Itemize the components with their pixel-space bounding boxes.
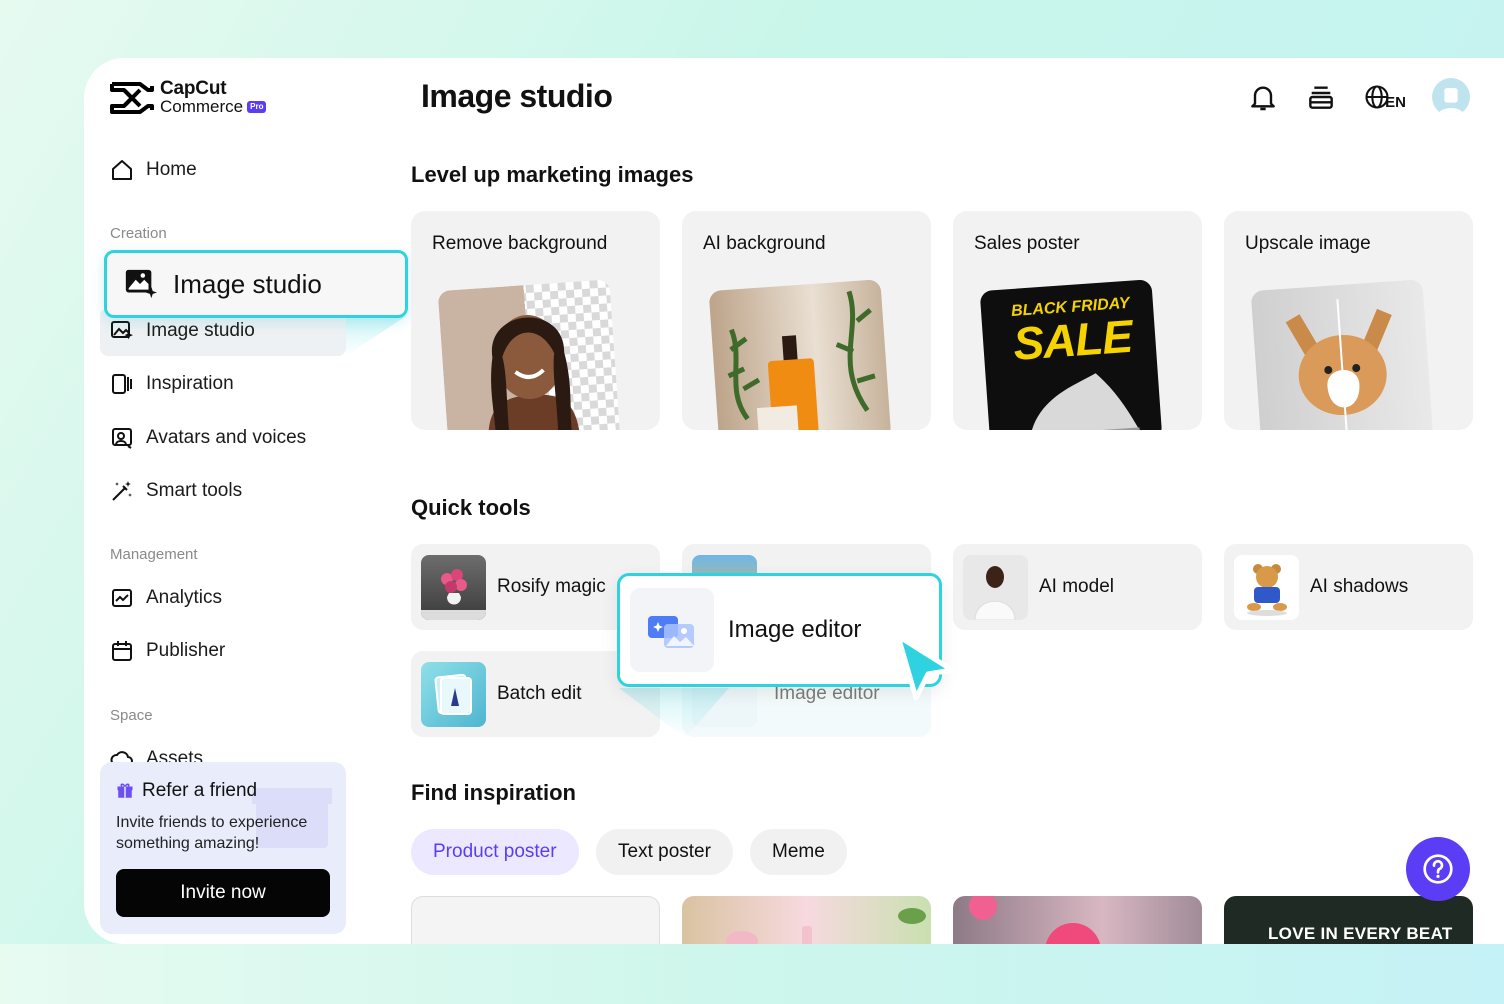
remove-background-thumbnail (437, 279, 621, 430)
inspiration-icon (112, 374, 132, 394)
sidebar-item-inspiration[interactable]: Inspiration (110, 366, 234, 402)
avatar[interactable] (1432, 78, 1470, 116)
section-label-creation: Creation (110, 225, 167, 242)
inspiration-card[interactable]: LOVE IN EVERY BEAT (1224, 896, 1473, 944)
bottom-gradient-band (0, 944, 1504, 1004)
sidebar-item-label: Inspiration (146, 373, 234, 394)
card-label: Upscale image (1245, 233, 1371, 254)
capcut-logo-icon (110, 82, 154, 114)
image-studio-icon (125, 269, 157, 299)
sidebar-item-analytics[interactable]: Analytics (110, 580, 222, 616)
tool-label: AI model (1039, 576, 1114, 597)
rosify-thumbnail (421, 554, 486, 620)
stack-icon[interactable] (1305, 81, 1337, 113)
ai-background-thumbnail (708, 279, 892, 430)
tool-label: Batch edit (497, 683, 582, 704)
bell-icon[interactable] (1247, 81, 1279, 113)
avatar-icon (112, 428, 132, 449)
tool-label: Rosify magic (497, 576, 606, 597)
sidebar-item-label: Analytics (146, 587, 223, 608)
refer-title: Refer a friend (142, 780, 258, 801)
inspiration-card[interactable] (953, 896, 1202, 944)
tool-ai-shadows[interactable]: AI shadows (1224, 544, 1473, 630)
sales-poster-thumbnail: BLACK FRIDAY SALE (979, 279, 1163, 430)
tool-label: AI shadows (1310, 576, 1409, 597)
brand-logo[interactable]: CapCut Commerce Pro (110, 78, 267, 116)
language-label: EN (1385, 94, 1406, 111)
chip-meme[interactable]: Meme (750, 829, 847, 875)
page-title: Image studio (421, 78, 613, 114)
image-studio-icon (111, 321, 133, 340)
ai-model-thumbnail (963, 554, 1028, 620)
analytics-icon (112, 589, 132, 607)
sidebar-item-label: Smart tools (146, 480, 243, 501)
sidebar-item-image-studio[interactable]: Image studio (110, 313, 255, 349)
image-editor-icon (648, 616, 694, 648)
brand-subname: Commerce (160, 97, 244, 116)
gift-icon (117, 783, 133, 798)
section-label-space: Space (110, 707, 153, 724)
sidebar-item-publisher[interactable]: Publisher (110, 633, 225, 669)
invite-now-button[interactable]: Invite now (116, 869, 330, 917)
language-selector[interactable]: EN (1363, 83, 1406, 111)
image-studio-callout[interactable]: Image studio (104, 250, 408, 318)
upscale-image-thumbnail (1250, 279, 1434, 430)
app-window: CapCut Commerce Pro Home Creation Image s… (84, 58, 1504, 944)
magic-wand-icon (112, 481, 132, 501)
help-button[interactable] (1406, 837, 1470, 901)
inspiration-card-text: LOVE IN EVERY BEAT (1268, 924, 1453, 943)
tool-ai-model[interactable]: AI model (953, 544, 1202, 630)
pro-badge: Pro (247, 101, 267, 113)
sidebar-item-avatars[interactable]: Avatars and voices (110, 420, 306, 456)
card-label: Sales poster (974, 233, 1080, 254)
question-icon (1423, 854, 1453, 884)
sidebar-item-label: Home (146, 159, 197, 180)
brand-name: CapCut (160, 78, 227, 99)
section-title-level-up: Level up marketing images (411, 162, 694, 187)
sidebar-item-label: Image studio (146, 320, 255, 341)
refer-a-friend-card: Refer a friend Invite friends to experie… (100, 762, 346, 934)
card-remove-background[interactable]: Remove background (411, 211, 660, 430)
image-editor-icon-tile (630, 588, 714, 672)
inspiration-card[interactable] (682, 896, 931, 944)
sidebar-item-label: Avatars and voices (146, 427, 307, 448)
card-sales-poster[interactable]: Sales poster BLACK FRIDAY SALE (953, 211, 1202, 430)
home-icon (112, 160, 132, 180)
callout-label: Image studio (173, 268, 322, 299)
calendar-icon (112, 641, 132, 661)
pointer-cursor-icon (895, 633, 955, 701)
sidebar-item-smart-tools[interactable]: Smart tools (110, 473, 242, 509)
batch-edit-thumbnail (421, 661, 486, 727)
user-icon (1437, 88, 1465, 116)
card-label: AI background (703, 233, 826, 254)
inspiration-card[interactable] (411, 896, 660, 944)
chip-product-poster[interactable]: Product poster (411, 829, 579, 875)
card-upscale-image[interactable]: Upscale image (1224, 211, 1473, 430)
callout-pointer (346, 316, 406, 356)
section-title-quick-tools: Quick tools (411, 495, 531, 520)
card-ai-background[interactable]: AI background (682, 211, 931, 430)
section-title-find-inspiration: Find inspiration (411, 780, 576, 805)
ai-shadows-thumbnail (1234, 554, 1299, 620)
chip-text-poster[interactable]: Text poster (596, 829, 733, 875)
callout-label: Image editor (728, 616, 862, 643)
sidebar-item-home[interactable]: Home (110, 152, 197, 188)
card-label: Remove background (432, 233, 608, 254)
sidebar-item-label: Publisher (146, 640, 226, 661)
refer-description: Invite friends to experience something a… (116, 814, 308, 852)
section-label-management: Management (110, 546, 198, 563)
